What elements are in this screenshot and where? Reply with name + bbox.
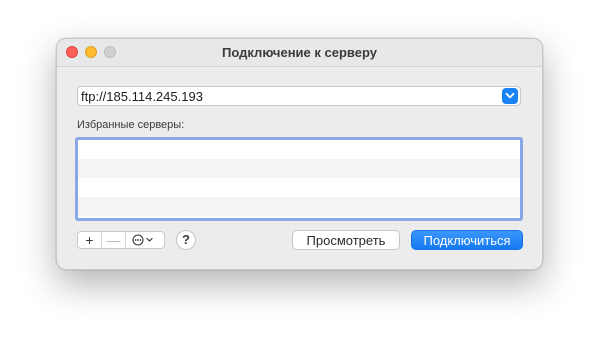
- list-item[interactable]: [78, 197, 520, 216]
- favorites-actions-menu-button[interactable]: [126, 232, 164, 248]
- list-item[interactable]: [78, 140, 520, 159]
- favorite-servers-list[interactable]: [75, 137, 523, 221]
- add-favorite-button[interactable]: +: [78, 232, 102, 248]
- server-address-combobox[interactable]: [77, 86, 521, 106]
- connect-to-server-window: Подключение к серверу Избранные серверы:…: [56, 38, 543, 270]
- favorite-servers-label: Избранные серверы:: [77, 119, 185, 131]
- chevron-down-icon: [505, 92, 515, 99]
- chevron-down-icon: [146, 237, 153, 242]
- list-item[interactable]: [78, 178, 520, 197]
- connect-button[interactable]: Подключиться: [411, 230, 523, 250]
- server-address-input[interactable]: [81, 88, 491, 104]
- list-item[interactable]: [78, 159, 520, 178]
- help-button[interactable]: ?: [176, 230, 196, 250]
- ellipsis-circle-icon: [132, 234, 153, 246]
- window-title: Подключение к серверу: [222, 45, 377, 60]
- favorites-segmented-control: + —: [77, 231, 165, 249]
- browse-button[interactable]: Просмотреть: [292, 230, 400, 250]
- remove-favorite-button[interactable]: —: [102, 232, 126, 248]
- title-bar: Подключение к серверу: [57, 39, 542, 67]
- recent-servers-dropdown-button[interactable]: [502, 88, 518, 104]
